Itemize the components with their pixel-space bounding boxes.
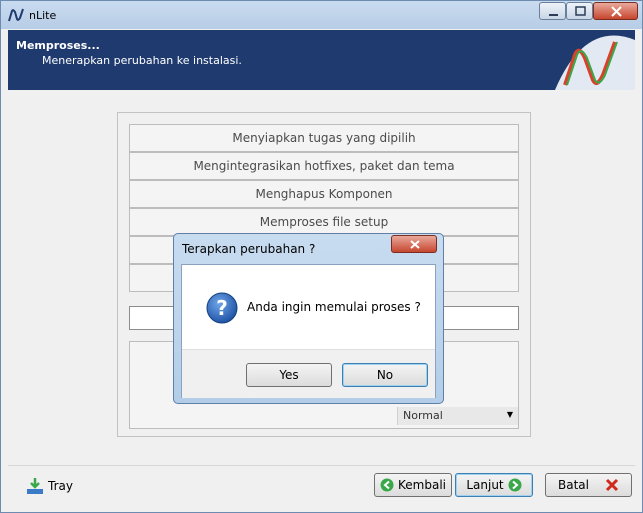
nlite-logo-icon: [8, 8, 24, 22]
window-title: nLite: [29, 9, 57, 22]
dialog-close-button[interactable]: [391, 235, 437, 253]
minimize-button[interactable]: [539, 2, 566, 20]
cancel-button[interactable]: Batal: [545, 473, 632, 497]
confirm-dialog: Terapkan perubahan ? ? Anda ingin memula…: [173, 233, 444, 404]
task-item: Mengintegrasikan hotfixes, paket dan tem…: [129, 152, 519, 180]
close-button[interactable]: [593, 2, 638, 20]
close-icon: [410, 240, 420, 249]
next-label: Lanjut: [466, 478, 504, 492]
tray-label: Tray: [48, 479, 73, 493]
task-item: Menghapus Komponen: [129, 180, 519, 208]
question-icon: ?: [206, 292, 238, 324]
tray-button[interactable]: Tray: [26, 476, 73, 496]
back-button[interactable]: Kembali: [374, 473, 452, 497]
arrow-left-icon: [380, 478, 394, 492]
yes-button[interactable]: Yes: [246, 363, 332, 387]
svg-text:?: ?: [216, 296, 228, 320]
dialog-message: Anda ingin memulai proses ?: [247, 300, 421, 314]
back-label: Kembali: [398, 478, 446, 492]
dialog-footer: Yes No: [182, 349, 435, 398]
arrow-right-icon: [508, 478, 522, 492]
next-button[interactable]: Lanjut: [455, 473, 533, 497]
no-button[interactable]: No: [342, 363, 428, 387]
cancel-label: Batal: [558, 478, 589, 492]
task-item: Menyiapkan tugas yang dipilih: [129, 124, 519, 152]
step-title: Memproses...: [16, 39, 100, 52]
close-icon: [611, 6, 622, 17]
title-bar[interactable]: nLite: [1, 1, 642, 29]
nlite-logo-icon: [545, 30, 635, 90]
task-item: Memproses file setup: [129, 208, 519, 236]
minimize-icon: [549, 14, 558, 16]
step-header: Memproses... Menerapkan perubahan ke ins…: [8, 30, 635, 90]
download-tray-icon: [27, 478, 43, 494]
step-subtitle: Menerapkan perubahan ke instalasi.: [42, 54, 242, 67]
maximize-icon: [575, 6, 586, 16]
maximize-button[interactable]: [566, 2, 593, 20]
chevron-down-icon: ▼: [506, 410, 513, 419]
dialog-body: ? Anda ingin memulai proses ? Yes No: [181, 264, 436, 398]
wizard-footer: Tray Kembali Lanjut Batal: [8, 465, 635, 504]
priority-select[interactable]: Normal ▼: [397, 407, 518, 425]
red-x-icon: [605, 478, 619, 492]
dialog-title: Terapkan perubahan ?: [182, 242, 316, 256]
priority-value: Normal: [403, 409, 443, 422]
